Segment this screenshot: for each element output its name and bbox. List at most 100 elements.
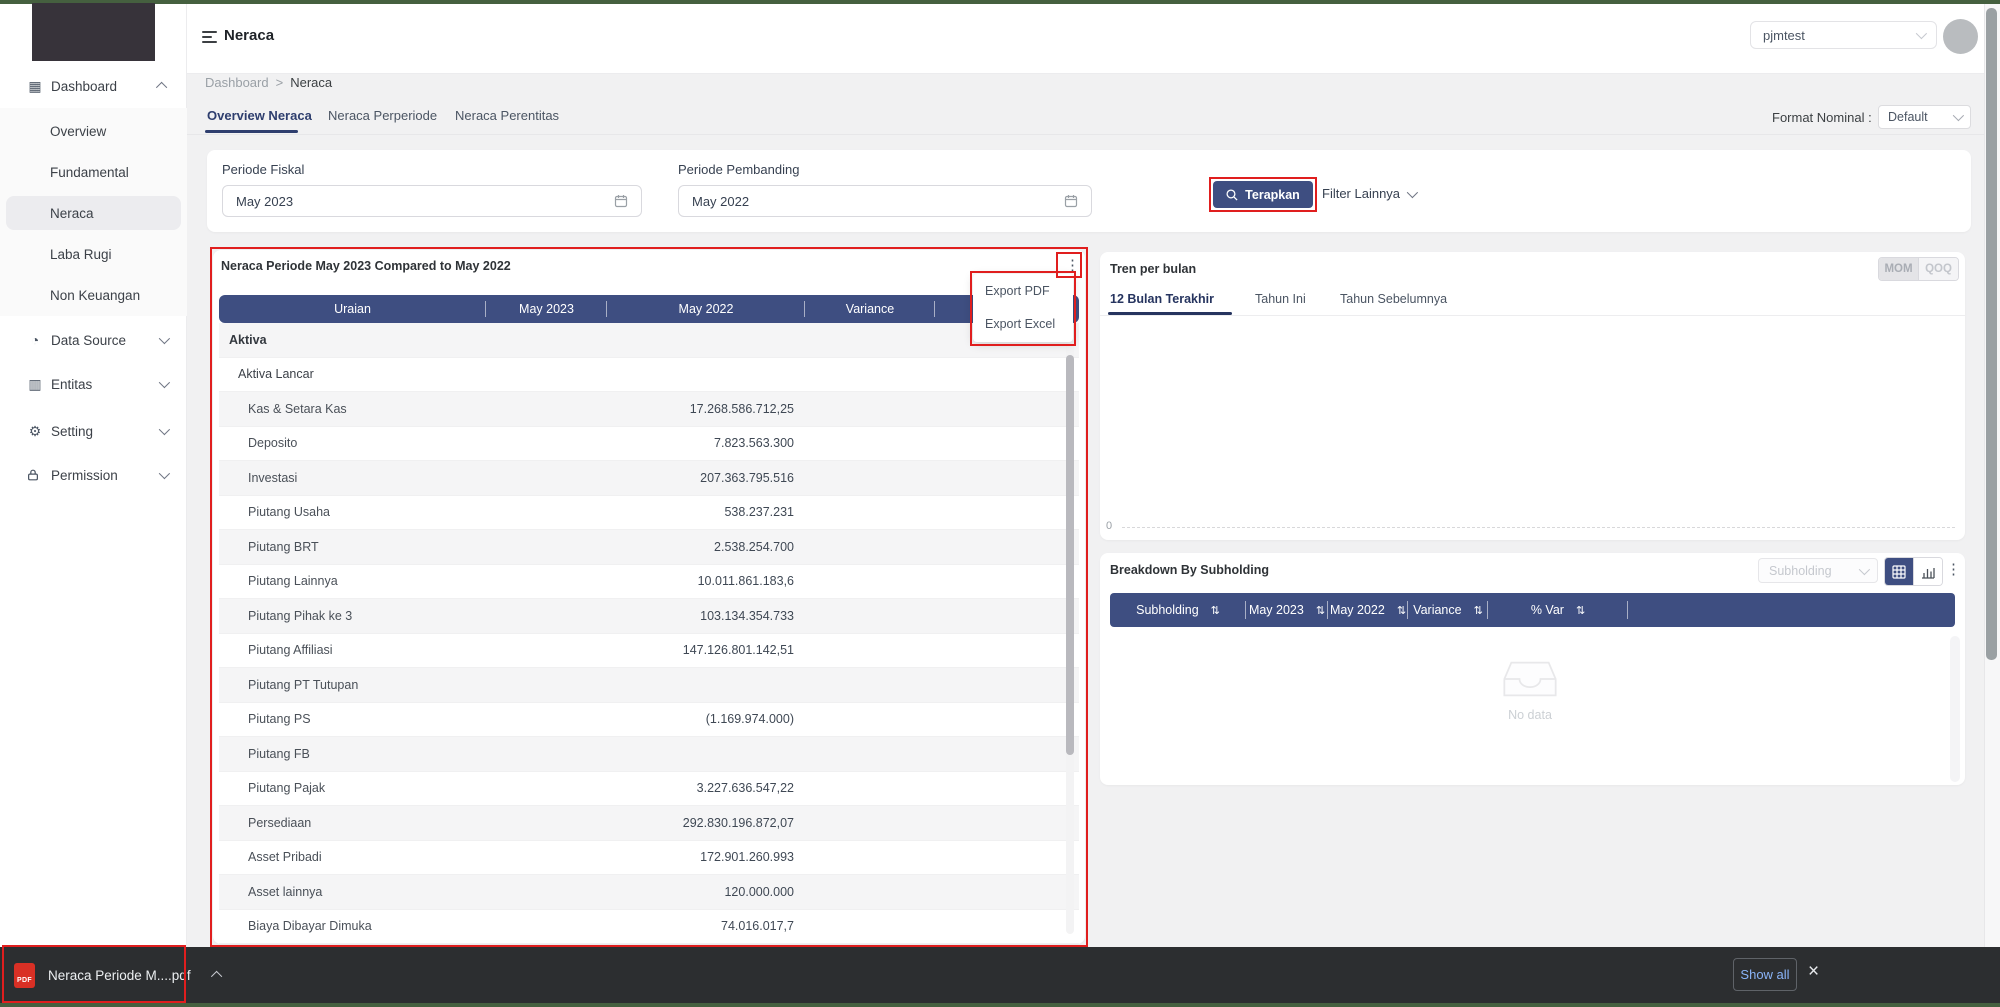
sort-icon[interactable]: ⇅ (1474, 604, 1483, 617)
format-nominal-select[interactable]: Default (1878, 105, 1971, 129)
table-view-button[interactable] (1885, 558, 1913, 585)
user-dropdown[interactable]: pjmtest (1750, 21, 1937, 49)
pdf-file-icon: PDF (14, 963, 35, 988)
chevron-down-icon (159, 468, 170, 479)
qoq-toggle[interactable]: QOQ (1919, 258, 1958, 280)
table-row: Deposito7.823.563.300 (219, 427, 1079, 462)
sidebar-item-label: Data Source (51, 333, 126, 348)
page-scrollbar-thumb[interactable] (1986, 8, 1997, 660)
table-row: Piutang FB (219, 737, 1079, 772)
row-label: Piutang Pajak (219, 781, 486, 795)
row-label: Investasi (219, 471, 486, 485)
sidebar-item-non-keuangan[interactable]: Non Keuangan (0, 278, 187, 312)
tab-overview-neraca[interactable]: Overview Neraca (207, 108, 312, 123)
browser-bottom-strip (0, 1003, 2000, 1007)
table-row: Piutang Usaha538.237.231 (219, 496, 1079, 531)
breakdown-kebab-icon[interactable]: ⋮ (1946, 562, 1961, 577)
sidebar-item-fundamental[interactable]: Fundamental (0, 155, 187, 189)
sidebar-item-label: Fundamental (50, 165, 129, 180)
table-row: Piutang Lainnya10.011.861.183,6 (219, 565, 1079, 600)
format-nominal-label: Format Nominal : (1772, 110, 1872, 125)
downloaded-file-chip[interactable]: PDF Neraca Periode M....pdf (14, 955, 222, 995)
row-value: 292.830.196.872,07 (607, 816, 805, 830)
periode-fiskal-input[interactable]: May 2023 (222, 185, 642, 217)
sidebar-item-dashboard[interactable]: ▦ Dashboard (0, 69, 187, 103)
terapkan-button[interactable]: Terapkan (1213, 181, 1313, 208)
column-header-may-2023: May 2023 (486, 295, 607, 323)
row-value: (1.169.974.000) (607, 712, 805, 726)
breakdown-scrollbar-track (1950, 636, 1960, 782)
sidebar-item-laba-rugi[interactable]: Laba Rugi (0, 237, 187, 271)
show-all-button[interactable]: Show all (1733, 958, 1797, 991)
filter-lainnya-button[interactable]: Filter Lainnya (1322, 186, 1415, 201)
export-pdf-item[interactable]: Export PDF (973, 275, 1073, 308)
column-header-may-2022: May 2022 (607, 295, 805, 323)
row-value: 120.000.000 (607, 885, 805, 899)
kebab-menu-icon[interactable]: ⋮ (1065, 258, 1080, 273)
table-row: Investasi 207.363.795.516 (219, 461, 1079, 496)
tren-tab-12-bulan[interactable]: 12 Bulan Terakhir (1110, 292, 1214, 306)
tren-tab-tahun-ini[interactable]: Tahun Ini (1255, 292, 1306, 306)
row-label: Aktiva Lancar (219, 367, 486, 381)
pie-chart-icon: ◔ (26, 333, 44, 347)
user-dropdown-value: pjmtest (1763, 28, 1805, 43)
row-label: Piutang FB (219, 747, 486, 761)
table-row: Asset Pribadi172.901.260.993 (219, 841, 1079, 876)
subholding-placeholder: Subholding (1769, 564, 1832, 578)
sidebar-item-entitas[interactable]: ▥ Entitas (0, 367, 187, 401)
bd-col-may-2023: May 2023 (1249, 603, 1304, 617)
mom-toggle[interactable]: MOM (1879, 258, 1919, 280)
row-value: 74.016.017,7 (607, 919, 805, 933)
sidebar-item-permission[interactable]: Permission (0, 458, 187, 492)
breadcrumb-dashboard[interactable]: Dashboard (205, 75, 269, 90)
close-icon[interactable]: × (1808, 962, 1819, 981)
sort-icon[interactable]: ⇅ (1397, 604, 1406, 617)
subholding-select[interactable]: Subholding (1758, 558, 1878, 583)
row-value: 17.268.586.712,25 (607, 402, 805, 416)
entity-table-icon: ▥ (26, 377, 44, 391)
table-scrollbar-thumb[interactable] (1066, 355, 1074, 755)
terapkan-label: Terapkan (1245, 188, 1300, 202)
table-row: Asset lainnya120.000.000 (219, 875, 1079, 910)
chart-zero-gridline (1122, 527, 1955, 528)
periode-pembanding-label: Periode Pembanding (678, 162, 799, 177)
row-value: 2.538.254.700 (607, 540, 805, 554)
row-label: Piutang Usaha (219, 505, 486, 519)
downloaded-file-name: Neraca Periode M....pdf (48, 968, 191, 983)
breadcrumb-neraca: Neraca (290, 75, 332, 90)
app-header: Neraca pjmtest (0, 4, 2000, 74)
chart-view-button[interactable] (1913, 558, 1942, 585)
filter-lainnya-label: Filter Lainnya (1322, 186, 1400, 201)
export-excel-item[interactable]: Export Excel (973, 308, 1073, 341)
row-label: Piutang Lainnya (219, 574, 486, 588)
sidebar-item-overview[interactable]: Overview (0, 114, 187, 148)
tren-tab-tahun-sebelumnya[interactable]: Tahun Sebelumnya (1340, 292, 1447, 306)
sidebar-item-neraca[interactable]: Neraca (0, 196, 187, 230)
chevron-up-icon[interactable] (211, 971, 222, 982)
sort-icon[interactable]: ⇅ (1211, 604, 1220, 617)
periode-pembanding-value: May 2022 (692, 194, 749, 209)
periode-pembanding-input[interactable]: May 2022 (678, 185, 1092, 217)
sidebar-item-label: Non Keuangan (50, 288, 140, 303)
neraca-table-header: Uraian May 2023 May 2022 Variance % Var (219, 295, 1079, 323)
empty-state: No data (1490, 658, 1570, 722)
avatar[interactable] (1943, 19, 1978, 54)
menu-fold-icon[interactable] (202, 31, 217, 43)
row-label: Kas & Setara Kas (219, 402, 486, 416)
sort-icon[interactable]: ⇅ (1316, 604, 1325, 617)
sidebar-item-setting[interactable]: ⚙ Setting (0, 414, 187, 448)
mom-qoq-toggle: MOM QOQ (1878, 257, 1959, 281)
sidebar-item-label: Permission (51, 468, 118, 483)
dashboard-grid-icon: ▦ (26, 79, 44, 93)
sidebar-item-data-source[interactable]: ◔ Data Source (0, 323, 187, 357)
tren-tabs-divider (1100, 315, 1965, 316)
row-value: 207.363.795.516 (607, 471, 805, 485)
tab-neraca-perentitas[interactable]: Neraca Perentitas (455, 108, 559, 123)
row-value: 103.134.354.733 (607, 609, 805, 623)
lock-icon (26, 468, 44, 482)
sidebar-item-label: Neraca (50, 206, 94, 221)
table-row: Aktiva Lancar (219, 358, 1079, 393)
tab-neraca-perperiode[interactable]: Neraca Perperiode (328, 108, 437, 123)
row-label: Asset Pribadi (219, 850, 486, 864)
sort-icon[interactable]: ⇅ (1576, 604, 1585, 617)
